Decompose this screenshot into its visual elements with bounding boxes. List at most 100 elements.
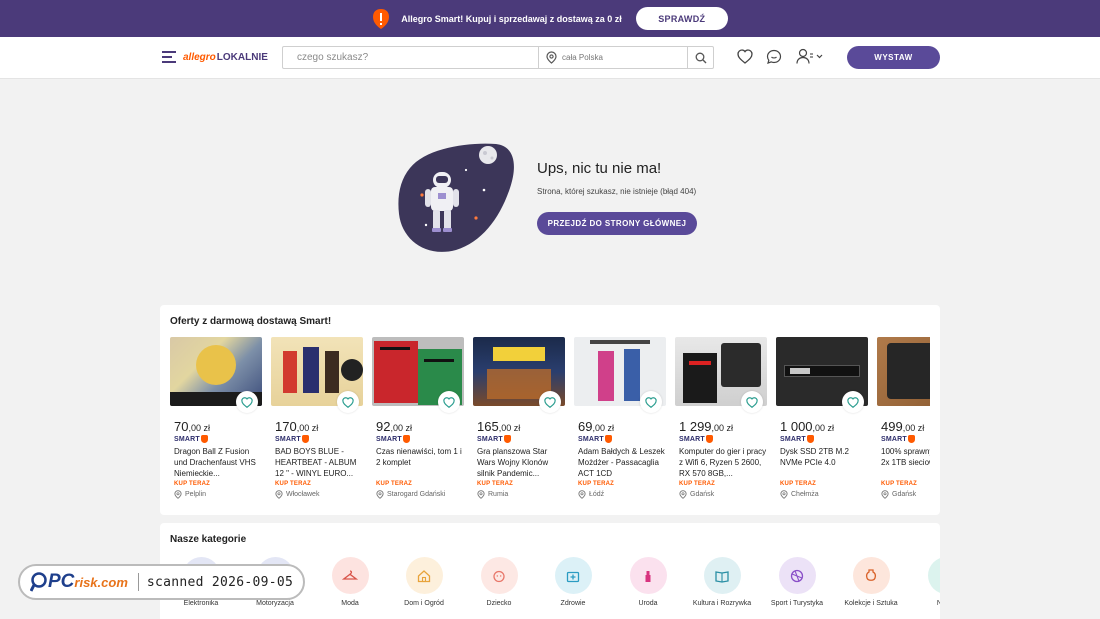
pcrisk-pc: PC (48, 571, 75, 592)
smart-shield-icon (503, 435, 511, 443)
product-price: 69,00 zł (578, 419, 614, 434)
favorite-button[interactable] (640, 391, 662, 413)
category-real-estate[interactable]: Nier... (911, 557, 940, 608)
hanger-icon (331, 557, 369, 594)
product-price: 165,00 zł (477, 419, 521, 434)
smart-badge: SMART (679, 435, 713, 443)
category-label: Moda (341, 600, 359, 607)
buy-now-label: KUP TERAZ (376, 481, 413, 487)
product-image (877, 337, 930, 406)
heart-icon[interactable] (737, 49, 753, 64)
category-fashion[interactable]: Moda (315, 557, 385, 608)
offers-title: Oferty z darmową dostawą Smart! (170, 316, 332, 327)
product-card[interactable]: 69,00 zł SMART Adam Bałdych & Leszek Moż… (574, 337, 666, 512)
error-title: Ups, nic tu nie ma! (537, 160, 662, 177)
category-collections[interactable]: Kolekcje i Sztuka (836, 557, 906, 608)
favorite-button[interactable] (438, 391, 460, 413)
product-title: BAD BOYS BLUE - HEARTBEAT - ALBUM 12 " -… (275, 447, 357, 478)
scan-date: scanned 2026-09-05 (146, 574, 294, 590)
heart-icon (746, 396, 758, 408)
location-selector[interactable]: cała Polska (538, 47, 687, 68)
product-price: 1 000,00 zł (780, 419, 835, 434)
smart-shield-icon (301, 435, 309, 443)
pcrisk-logo: PC risk.com (30, 571, 128, 593)
search-input[interactable] (283, 47, 538, 68)
product-card[interactable]: 165,00 zł SMART Gra planszowa Star Wars … (473, 337, 565, 512)
promo-check-button[interactable]: SPRAWDŹ (635, 7, 728, 30)
product-price: 499,00 zł (881, 419, 925, 434)
product-title: Dysk SSD 2TB M.2 NVMe PCIe 4.0 (780, 447, 849, 467)
smart-badge: SMART (578, 435, 612, 443)
product-title: Adam Bałdych & Leszek Możdżer - Passacag… (578, 447, 665, 478)
error-subtitle: Strona, której szukasz, nie istnieje (bł… (537, 187, 697, 196)
category-label: Sport i Turystyka (770, 600, 824, 607)
logo[interactable]: allegro LOKALNIE (183, 52, 268, 63)
categories-title: Nasze kategorie (170, 534, 247, 545)
promo-text: Allegro Smart! Kupuj i sprzedawaj z dost… (401, 13, 622, 24)
product-card[interactable]: 170,00 zł SMART BAD BOYS BLUE - HEARTBEA… (271, 337, 363, 512)
product-location: Gdańsk (881, 490, 916, 499)
beauty-icon (629, 557, 667, 594)
product-location: Łódź (578, 490, 604, 499)
category-label: Kolekcje i Sztuka (844, 600, 898, 607)
search-button[interactable] (687, 47, 713, 68)
buy-now-label: KUP TERAZ (275, 481, 312, 487)
location-pin-icon (578, 490, 586, 499)
chat-icon[interactable] (766, 49, 782, 65)
product-price: 70,00 zł (174, 419, 210, 434)
favorite-button[interactable] (842, 391, 864, 413)
location-pin-icon (477, 490, 485, 499)
category-label: Zdrowie (560, 600, 586, 607)
magnifier-logo-icon (30, 572, 47, 592)
user-icon[interactable] (796, 48, 824, 65)
health-icon (554, 557, 592, 594)
location-pin-icon (780, 490, 788, 499)
product-title: Gra planszowa Star Wars Wojny Klonów sil… (477, 447, 549, 478)
category-beauty[interactable]: Uroda (613, 557, 683, 608)
sell-button[interactable]: WYSTAW (847, 46, 940, 69)
product-card[interactable]: 70,00 zł SMART Dragon Ball Z Fusion und … (170, 337, 262, 512)
category-label: Nier... (936, 600, 940, 607)
buy-now-label: KUP TERAZ (578, 481, 615, 487)
product-location: Gdańsk (679, 490, 714, 499)
heart-icon (645, 396, 657, 408)
smart-badge: SMART (477, 435, 511, 443)
search-bar: cała Polska (282, 46, 714, 69)
category-health[interactable]: Zdrowie (538, 557, 608, 608)
heart-icon (241, 396, 253, 408)
favorite-button[interactable] (741, 391, 763, 413)
category-label: Motoryzacja (256, 600, 294, 607)
product-location: Włocławek (275, 490, 319, 499)
product-title: Komputer do gier i pracy z Wifi 6, Ryzen… (679, 447, 767, 478)
ball-icon (778, 557, 816, 594)
location-pin-icon (546, 51, 557, 64)
category-child[interactable]: Dziecko (464, 557, 534, 608)
go-home-button[interactable]: PRZEJDŹ DO STRONY GŁÓWNEJ (537, 212, 697, 235)
category-home-garden[interactable]: Dom i Ogród (389, 557, 459, 608)
header: allegro LOKALNIE cała Polska WYS (0, 37, 1100, 79)
product-card[interactable]: 92,00 zł SMART Czas nienawiści, tom 1 i … (372, 337, 464, 512)
location-pin-icon (679, 490, 687, 499)
menu-icon[interactable] (162, 51, 176, 63)
product-location: Starogard Gdański (376, 490, 445, 499)
location-pin-icon (376, 490, 384, 499)
category-culture[interactable]: Kultura i Rozrywka (687, 557, 757, 608)
product-card[interactable]: 1 299,00 zł SMART Komputer do gier i pra… (675, 337, 767, 512)
favorite-button[interactable] (236, 391, 258, 413)
smart-badge: SMART (275, 435, 309, 443)
smart-shield-icon (402, 435, 410, 443)
favorite-button[interactable] (337, 391, 359, 413)
smart-shield-icon (907, 435, 915, 443)
category-sport[interactable]: Sport i Turystyka (762, 557, 832, 608)
category-label: Dziecko (486, 600, 512, 607)
buy-now-label: KUP TERAZ (780, 481, 817, 487)
product-card[interactable]: 1 000,00 zł SMART Dysk SSD 2TB M.2 NVMe … (776, 337, 868, 512)
buy-now-label: KUP TERAZ (477, 481, 514, 487)
product-title: Czas nienawiści, tom 1 i 2 komplet (376, 447, 462, 467)
category-label: Kultura i Rozrywka (692, 600, 752, 607)
smart-shield-icon (200, 435, 208, 443)
baby-icon (480, 557, 518, 594)
watermark-separator (137, 573, 139, 591)
product-card[interactable]: 499,00 zł SMART 100% sprawny NAS326 2x 1… (877, 337, 930, 512)
favorite-button[interactable] (539, 391, 561, 413)
